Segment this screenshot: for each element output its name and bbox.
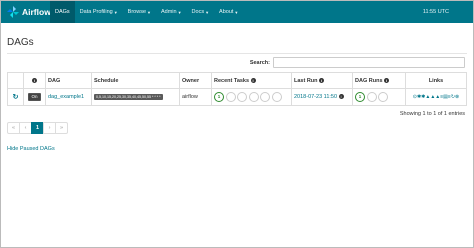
search-input[interactable]: [273, 57, 465, 68]
dag-runs-cell: 1: [352, 88, 406, 106]
table-row: ↻ On dag_example1 0,5,10,15,20,25,30,35,…: [7, 88, 467, 106]
info-icon: i: [32, 77, 37, 83]
info-icon: i: [250, 77, 256, 83]
entries-info: Showing 1 to 1 of 1 entries: [399, 111, 465, 117]
dag-run-status-circle[interactable]: [366, 92, 377, 102]
recent-tasks-cell: 1: [211, 88, 292, 106]
nav-admin-label: Admin: [160, 9, 177, 15]
links-cell: ⊙✱✱▲▲▲≡▤≡↻⊗: [405, 88, 467, 106]
delete-dag-icon[interactable]: ⊗: [455, 94, 459, 100]
dag-run-success-circle[interactable]: 1: [355, 92, 365, 102]
page-title: DAGs: [7, 37, 34, 48]
dag-run-status-circle[interactable]: [378, 92, 389, 102]
info-icon: i: [319, 77, 325, 83]
caret-down-icon: ▼: [205, 9, 210, 15]
caret-down-icon: ▼: [234, 9, 239, 15]
nav-about-label: About: [219, 9, 234, 15]
nav-browse[interactable]: Browse ▼: [123, 1, 156, 23]
nav-data-profiling-label: Data Profiling: [79, 9, 113, 15]
dag-link[interactable]: dag_example1: [48, 94, 84, 100]
task-status-circle[interactable]: [225, 92, 236, 102]
nav-data-profiling[interactable]: Data Profiling ▼: [75, 1, 123, 23]
header-dag-runs[interactable]: DAG Runs i: [352, 72, 406, 89]
brand-name: Airflow: [22, 7, 51, 17]
task-status-circle[interactable]: [248, 92, 259, 102]
last-run-cell: 2018-07-23 11:50 i: [291, 88, 353, 106]
caret-down-icon: ▼: [147, 9, 151, 15]
caret-down-icon: ▼: [177, 9, 182, 15]
dag-cell: dag_example1: [45, 88, 92, 106]
nav-dags-label: DAGs: [55, 9, 70, 15]
pagination: « ‹ 1 › »: [7, 122, 68, 134]
header-dag[interactable]: DAG: [45, 72, 92, 89]
edit-cell: ↻: [7, 88, 24, 106]
caret-down-icon: ▼: [113, 9, 118, 15]
navbar: Airflow DAGs Data Profiling ▼ Browse ▼ Adm…: [1, 1, 473, 23]
header-recent-tasks-label: Recent Tasks: [214, 77, 250, 84]
schedule-cell: 0,5,10,15,20,25,30,35,40,45,50,55 * * * …: [91, 88, 180, 106]
schedule-badge: 0,5,10,15,20,25,30,35,40,45,50,55 * * * …: [94, 94, 163, 100]
search-label: Search:: [249, 59, 270, 66]
hide-paused-link[interactable]: Hide Paused DAGs: [7, 146, 55, 152]
nav-browse-label: Browse: [127, 9, 147, 15]
header-last-run-label: Last Run: [294, 77, 318, 84]
nav-menu: DAGs Data Profiling ▼ Browse ▼ Admin ▼ Docs…: [50, 1, 243, 23]
refresh-icon[interactable]: ↻: [13, 94, 19, 101]
task-status-circle[interactable]: [260, 92, 271, 102]
header-empty: [7, 72, 24, 89]
header-owner[interactable]: Owner: [179, 72, 212, 89]
dag-toggle[interactable]: On: [28, 93, 41, 101]
nav-admin[interactable]: Admin ▼: [156, 1, 187, 23]
header-schedule[interactable]: Schedule: [91, 72, 180, 89]
header-recent-tasks[interactable]: Recent Tasks i: [211, 72, 292, 89]
task-status-circle[interactable]: [271, 92, 282, 102]
owner-cell: airflow: [179, 88, 212, 106]
nav-dags[interactable]: DAGs: [50, 1, 75, 23]
page-last-button[interactable]: »: [55, 122, 68, 134]
info-icon: i: [384, 77, 390, 83]
search-box: Search:: [250, 57, 465, 68]
header-info: i: [23, 72, 46, 89]
header-last-run[interactable]: Last Run i: [291, 72, 353, 89]
browser-frame: Airflow DAGs Data Profiling ▼ Browse ▼ Adm…: [0, 0, 474, 248]
header-links: Links: [405, 72, 467, 89]
airflow-logo-icon: [7, 6, 19, 18]
brand[interactable]: Airflow: [7, 5, 51, 19]
header-dag-runs-label: DAG Runs: [355, 77, 383, 84]
task-status-circle[interactable]: [237, 92, 248, 102]
info-icon: i: [338, 94, 344, 100]
dags-table: i DAG Schedule Owner Recent Tasks i Last…: [7, 72, 467, 106]
utc-clock: 11:55 UTC: [422, 9, 449, 15]
toggle-cell: On: [23, 88, 46, 106]
task-success-circle[interactable]: 1: [214, 92, 224, 102]
nav-docs-label: Docs: [191, 9, 205, 15]
nav-docs[interactable]: Docs ▼: [187, 1, 215, 23]
last-run-link[interactable]: 2018-07-23 11:50: [294, 94, 337, 100]
nav-about[interactable]: About ▼: [214, 1, 243, 23]
table-header-row: i DAG Schedule Owner Recent Tasks i Last…: [7, 72, 467, 89]
divider: [7, 53, 467, 54]
